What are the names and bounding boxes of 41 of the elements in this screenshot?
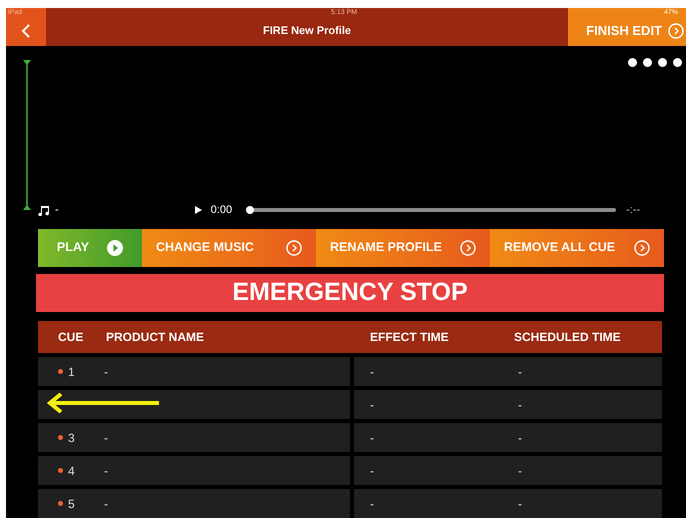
product-name: - xyxy=(104,496,108,513)
music-note-icon xyxy=(38,204,50,216)
effect-time: - xyxy=(370,462,375,480)
cue-number: 4 xyxy=(68,462,76,480)
remaining-time: -:-- xyxy=(626,203,640,218)
chevron-circle-icon xyxy=(460,240,476,256)
cue-number: 5 xyxy=(68,496,76,513)
track-name: - xyxy=(55,203,59,218)
column-header: PRODUCT NAME xyxy=(106,329,205,346)
scheduled-time: - xyxy=(518,364,522,381)
cue-number: 3 xyxy=(68,430,76,447)
progress-thumb[interactable] xyxy=(246,206,254,214)
product-name: - xyxy=(104,462,108,480)
product-name: - xyxy=(104,364,108,381)
action-button[interactable]: CHANGE MUSIC xyxy=(142,228,316,267)
product-name: - xyxy=(104,430,108,447)
effect-time: - xyxy=(370,430,375,447)
scheduled-time: - xyxy=(518,430,522,447)
chevron-circle-icon xyxy=(634,240,650,256)
nav-title: FIRE New Profile xyxy=(262,24,352,39)
effect-time: - xyxy=(370,364,375,381)
action-button[interactable]: RENAME PROFILE xyxy=(316,228,490,267)
elapsed-time: 0:00 xyxy=(210,203,232,218)
scheduled-time: - xyxy=(518,396,522,414)
effect-time: - xyxy=(370,496,375,513)
column-header: SCHEDULED TIME xyxy=(514,329,622,346)
back-chevron-icon xyxy=(21,23,31,40)
scheduled-time: - xyxy=(518,496,522,513)
effect-time: - xyxy=(370,396,375,414)
chevron-circle-icon xyxy=(668,23,684,40)
emergency-stop-button[interactable]: EMERGENCY STOP xyxy=(36,274,664,312)
play-icon xyxy=(194,206,202,214)
scheduled-time: - xyxy=(518,462,522,480)
chevron-circle-icon xyxy=(286,240,302,256)
cue-number: 1 xyxy=(68,364,76,381)
play-button[interactable]: PLAY xyxy=(38,228,142,267)
play-circle-icon xyxy=(107,240,124,256)
page-dots-drawing xyxy=(628,58,682,68)
action-button[interactable]: REMOVE ALL CUE xyxy=(490,228,664,267)
column-header: EFFECT TIME xyxy=(369,329,450,346)
column-header: CUE xyxy=(57,329,84,346)
